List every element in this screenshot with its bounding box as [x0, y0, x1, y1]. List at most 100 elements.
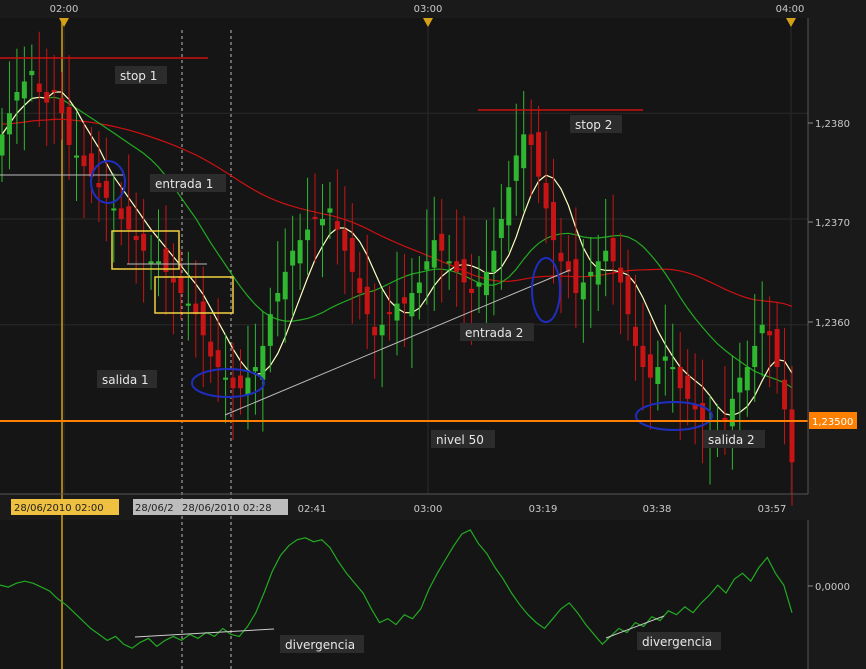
cursor-date-label: 28/06/2010 02:28 [182, 503, 272, 514]
candle-body [446, 261, 452, 264]
candle-body [66, 106, 72, 145]
candle-body [148, 261, 154, 264]
candle-body [767, 331, 773, 336]
candle-body [469, 288, 475, 294]
candle-body [364, 286, 370, 315]
candle-body [349, 238, 355, 272]
candle-body [558, 252, 564, 262]
candle-body [126, 206, 132, 230]
annotation-entrada-2: entrada 2 [465, 326, 523, 340]
candle-body [6, 113, 12, 135]
candle-body [327, 208, 333, 213]
candle-body [342, 229, 348, 251]
candle-body [170, 278, 176, 283]
annotation-nivel-50: nivel 50 [436, 433, 484, 447]
candle-body [595, 261, 601, 285]
bottom-time-label: 03:19 [529, 504, 558, 515]
candle-body [260, 345, 266, 380]
candle-body [521, 134, 527, 169]
candle-body [96, 183, 102, 188]
chart-svg: 02:00 03:00 04:00 1,2380 1,2370 1,2360 1… [0, 0, 866, 669]
bottom-time-label: 03:57 [758, 504, 787, 515]
candle-body [685, 375, 691, 399]
candle-body [409, 293, 415, 317]
candle-body [305, 229, 311, 241]
candle-body [588, 271, 594, 277]
annotation-salida-2: salida 2 [708, 433, 755, 447]
osc-tick-label: 0,0000 [815, 582, 850, 593]
bottom-time-label: 03:38 [643, 504, 672, 515]
candle-body [483, 271, 489, 296]
candle-body [603, 250, 609, 262]
candle-body [44, 92, 50, 103]
annotation-salida-1: salida 1 [102, 373, 149, 387]
candle-body [670, 367, 676, 370]
candle-body [461, 259, 467, 283]
bottom-time-label: 03:00 [414, 504, 443, 515]
candle-body [215, 350, 221, 368]
candle-body [185, 303, 191, 306]
candle-body [729, 398, 735, 427]
candle-body [74, 155, 80, 158]
level-price-label: 1,23500 [812, 417, 853, 428]
candle-body [208, 341, 214, 357]
candle-body [51, 89, 57, 93]
candle-body [59, 98, 65, 114]
candle-body [543, 183, 549, 209]
candle-body [118, 208, 124, 219]
candle-body [618, 267, 624, 283]
candle-body [677, 367, 683, 389]
candle-body [431, 240, 437, 268]
candle-body [424, 261, 430, 270]
candle-body [372, 326, 378, 336]
candle-body [439, 233, 445, 251]
candle-body [103, 180, 109, 198]
candle-body [141, 233, 147, 251]
candle-body [156, 261, 162, 264]
candle-body [111, 208, 117, 211]
candle-body [744, 367, 750, 391]
candle-body [789, 409, 795, 463]
top-time-label: 03:00 [414, 4, 443, 15]
y-tick-label: 1,2360 [815, 318, 850, 329]
y-tick-label: 1,2380 [815, 119, 850, 130]
candle-body [573, 259, 579, 294]
candle-body [223, 377, 229, 380]
candle-body [632, 326, 638, 346]
cursor-date-label: 28/06/2010 02:00 [14, 503, 104, 514]
candle-body [752, 345, 758, 368]
candle-body [312, 216, 318, 219]
candle-body [610, 238, 616, 262]
candle-body [580, 282, 586, 300]
candle-body [297, 240, 303, 264]
candle-body [387, 312, 393, 315]
candle-body [282, 271, 288, 300]
candle-body [476, 282, 482, 287]
top-time-label: 04:00 [776, 4, 805, 15]
candle-body [401, 297, 407, 304]
candle-body [662, 356, 668, 361]
candle-body [513, 155, 519, 181]
candle-body [379, 324, 385, 336]
candle-body [21, 81, 27, 99]
candle-body [230, 377, 236, 389]
candle-body [36, 83, 42, 93]
candle-body [774, 328, 780, 368]
candle-body [506, 187, 512, 226]
annotation-divergencia-1: divergencia [285, 638, 355, 652]
annotation-stop-2: stop 2 [575, 118, 612, 132]
candle-body [237, 375, 243, 389]
candle-body [252, 367, 258, 372]
candle-body [178, 276, 184, 294]
candle-body [551, 202, 557, 241]
candle-body [319, 218, 325, 226]
candle-body [394, 303, 400, 321]
candle-body [29, 70, 35, 76]
candle-body [782, 379, 788, 410]
annotation-entrada-1: entrada 1 [155, 177, 213, 191]
candle-body [640, 345, 646, 368]
candle-body [267, 314, 273, 346]
bottom-time-label: 02:41 [298, 504, 327, 515]
candle-body [647, 354, 653, 378]
top-time-label: 02:00 [50, 4, 79, 15]
